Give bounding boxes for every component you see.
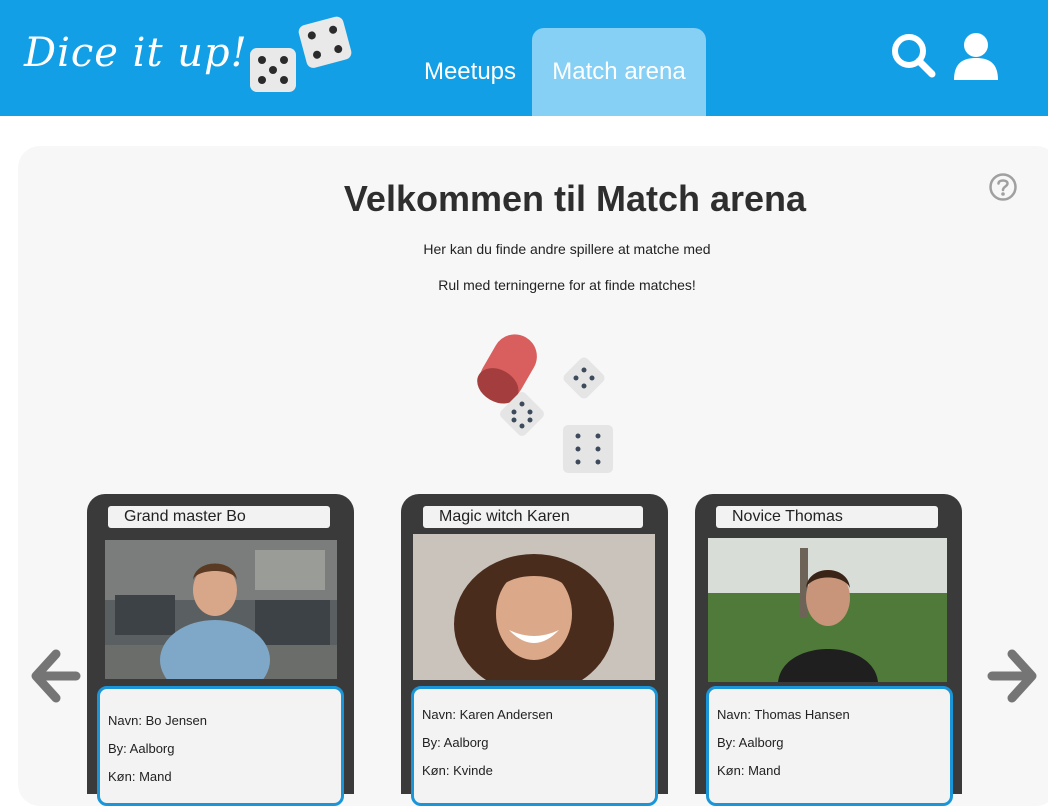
page-instruction: Rul med terningerne for at finde matches… bbox=[438, 277, 696, 293]
player-city: By: Aalborg bbox=[108, 741, 175, 756]
player-gender: Køn: Mand bbox=[717, 763, 781, 778]
user-icon[interactable] bbox=[950, 30, 1002, 82]
profile-photo bbox=[708, 538, 947, 682]
previous-arrow-icon[interactable] bbox=[30, 648, 82, 704]
player-gender: Køn: Mand bbox=[108, 769, 172, 784]
tab-meetups[interactable]: Meetups bbox=[412, 28, 528, 116]
player-city: By: Aalborg bbox=[422, 735, 489, 750]
player-name: Navn: Karen Andersen bbox=[422, 707, 553, 722]
profile-photo bbox=[105, 540, 337, 679]
app-logo-text[interactable]: Dice it up! bbox=[24, 30, 248, 76]
next-arrow-icon[interactable] bbox=[986, 648, 1038, 704]
card-title: Novice Thomas bbox=[716, 506, 938, 528]
player-card[interactable]: Novice Thomas Navn: Thomas Hansen By: Aa… bbox=[695, 494, 962, 806]
player-name: Navn: Thomas Hansen bbox=[717, 707, 850, 722]
card-title: Grand master Bo bbox=[108, 506, 330, 528]
player-gender: Køn: Kvinde bbox=[422, 763, 493, 778]
dice-cup-icon[interactable] bbox=[462, 326, 622, 476]
page-title: Velkommen til Match arena bbox=[343, 178, 807, 219]
player-name: Navn: Bo Jensen bbox=[108, 713, 208, 728]
card-info-box: Navn: Karen Andersen By: Aalborg Køn: Kv… bbox=[411, 686, 658, 806]
card-info-box: Navn: Thomas Hansen By: Aalborg Køn: Man… bbox=[706, 686, 953, 806]
page-subtitle: Her kan du finde andre spillere at match… bbox=[423, 241, 711, 257]
tab-match-arena[interactable]: Match arena bbox=[532, 28, 706, 116]
player-card[interactable]: Grand master Bo Navn: Bo Jensen By: Aalb… bbox=[87, 494, 354, 806]
header-bar: Dice it up! Meetups Match arena bbox=[0, 0, 1048, 116]
card-title: Magic witch Karen bbox=[423, 506, 643, 528]
player-city: By: Aalborg bbox=[717, 735, 784, 750]
search-icon[interactable] bbox=[888, 30, 940, 82]
card-info-box: Navn: Bo Jensen By: Aalborg Køn: Mand bbox=[97, 686, 344, 806]
logo-dice-icon bbox=[250, 16, 352, 92]
player-card[interactable]: Magic witch Karen Navn: Karen Andersen B… bbox=[401, 494, 668, 806]
profile-photo bbox=[413, 534, 655, 680]
